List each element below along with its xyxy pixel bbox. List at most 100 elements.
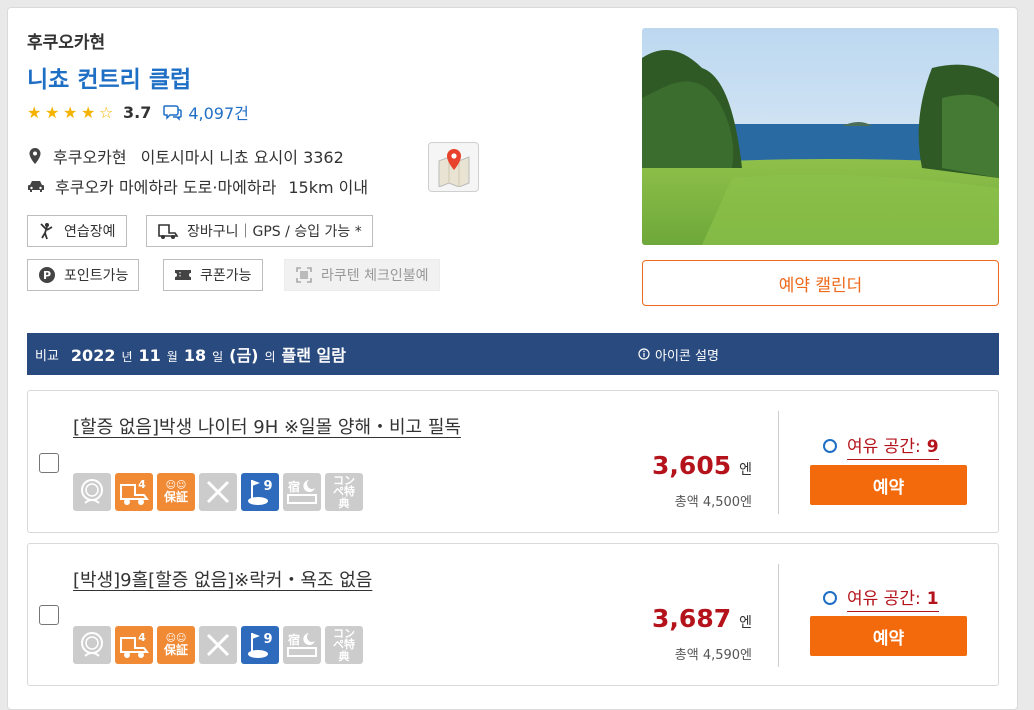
svg-text:9: 9: [263, 479, 272, 494]
icon-help-link[interactable]: 아이콘 설명: [638, 345, 719, 364]
availability-circle-icon: [823, 591, 837, 605]
golf-cart-icon: [158, 224, 179, 239]
svg-text:P: P: [43, 269, 51, 282]
access-row: 후쿠오카 마에하라 도로·마에하라 15km 이내: [27, 174, 368, 198]
reservation-calendar-button[interactable]: 예약 캘린더: [642, 260, 999, 306]
course-card: 후쿠오카현 니쵸 컨트리 클럽 ★ ★ ★ ★ ☆ 3.7 4,097건 후쿠오…: [7, 7, 1018, 710]
guarantee-icon: ☺☺ 保証: [157, 626, 195, 664]
plan-total: 총액 4,590엔: [674, 648, 752, 663]
availability: 여유 공간: 1: [823, 584, 939, 612]
plan-list-header: 비교 2022 년 11 월 18 일 (금) 의 플랜 일람 아이콘 설명: [27, 333, 999, 375]
caddie-icon: [73, 473, 111, 511]
points-icon: P: [39, 267, 55, 283]
course-photo[interactable]: [642, 28, 999, 245]
plan-day: 18: [183, 346, 207, 365]
tag-rakuten-label: 라쿠텐 체크인불예: [321, 268, 429, 284]
plan-day-unit: 일: [212, 350, 224, 364]
divider: [778, 564, 779, 667]
plan-month: 11: [138, 346, 161, 365]
book-button[interactable]: 예약: [810, 616, 967, 656]
plan-of: 의: [264, 350, 276, 364]
tag-coupon-label: 쿠폰가능: [200, 268, 252, 284]
access-distance: 15km 이내: [288, 178, 369, 197]
checkin-scan-icon: [296, 267, 312, 283]
map-button[interactable]: [428, 142, 479, 192]
holes-nine-icon: 9: [241, 473, 279, 511]
plan-title-link[interactable]: [할증 없음]박생 나이터 9H ※일몰 양해・비고 필독: [73, 413, 461, 439]
tag-practice-range: 연습장예: [27, 215, 127, 247]
plan-total: 총액 4,500엔: [674, 495, 752, 510]
tag-cart-label: 장바구니｜GPS / 승입 가능 *: [187, 224, 362, 240]
plan-item: [박생]9홀[할증 없음]※락커・욕조 없음 4 ☺☺ 保証 9 宿 コンペ特典 …: [27, 543, 999, 686]
meal-icon: [199, 473, 237, 511]
plan-year-unit: 년: [121, 350, 133, 364]
location-pin-icon: [29, 148, 41, 164]
svg-text:宿: 宿: [288, 632, 300, 647]
compe-benefit-icon: コンペ特典: [325, 626, 363, 664]
compare-checkbox[interactable]: [39, 453, 59, 473]
star-full-icon: ★: [27, 102, 42, 122]
svg-text:9: 9: [263, 632, 272, 647]
address-row: 후쿠오카현 이토시마시 니쵸 요시이 3362: [27, 144, 344, 168]
availability-text: 여유 공간: 9: [847, 432, 939, 460]
info-icon: [638, 348, 650, 360]
tag-points: P 포인트가능: [27, 259, 140, 291]
meal-icon: [199, 626, 237, 664]
plan-price: 3,687 엔: [652, 604, 752, 633]
price-value: 3,605: [652, 451, 732, 480]
tag-practice-label: 연습장예: [64, 224, 116, 240]
plan-year: 2022: [70, 346, 116, 365]
plan-title-link[interactable]: [박생]9홀[할증 없음]※락커・욕조 없음: [73, 566, 372, 592]
svg-text:4: 4: [138, 631, 146, 644]
plan-weekday: (금): [229, 346, 259, 365]
plan-icons: 4 ☺☺ 保証 9 宿 コンペ特典: [73, 626, 363, 664]
plan-price: 3,605 엔: [652, 451, 752, 480]
golfer-icon: [40, 223, 53, 240]
plan-icons: 4 ☺☺ 保証 9 宿 コンペ特典: [73, 473, 363, 511]
cart-four-seater-icon: 4: [115, 626, 153, 664]
svg-text:4: 4: [138, 478, 146, 491]
availability-count: 9: [926, 437, 939, 457]
availability-count: 1: [926, 589, 939, 609]
star-full-icon: ★: [45, 102, 60, 122]
address-text: 이토시마시 니쵸 요시이 3362: [140, 148, 344, 167]
tag-coupon: 쿠폰가능: [163, 259, 263, 291]
availability: 여유 공간: 9: [823, 432, 939, 460]
chat-bubbles-icon: [163, 105, 183, 121]
plan-list-title: 플랜 일람: [281, 346, 346, 365]
star-full-icon: ★: [63, 102, 78, 122]
tag-cart-gps: 장바구니｜GPS / 승입 가능 *: [146, 215, 373, 247]
book-button[interactable]: 예약: [810, 465, 967, 505]
rating-row: ★ ★ ★ ★ ☆ 3.7 4,097건: [27, 100, 249, 124]
cart-four-seater-icon: 4: [115, 473, 153, 511]
course-photo-image: [642, 28, 999, 245]
compare-label: 비교: [35, 348, 59, 364]
caddie-icon: [73, 626, 111, 664]
tag-rakuten-checkin: 라쿠텐 체크인불예: [284, 259, 440, 291]
star-full-icon: ★: [81, 102, 96, 122]
stay-icon: 宿: [283, 626, 321, 664]
price-unit: 엔: [739, 615, 752, 631]
rating-value: 3.7: [123, 102, 152, 122]
guarantee-icon: ☺☺ 保証: [157, 473, 195, 511]
svg-text:宿: 宿: [288, 479, 300, 494]
plan-month-unit: 월: [166, 350, 178, 364]
plan-item: [할증 없음]박생 나이터 9H ※일몰 양해・비고 필독 4 ☺☺ 保証 9 宿…: [27, 390, 999, 533]
tag-points-label: 포인트가능: [64, 268, 129, 284]
review-count: 4,097건: [188, 104, 249, 123]
star-empty-icon: ☆: [99, 102, 114, 122]
icon-help-label: 아이콘 설명: [655, 348, 719, 364]
prefecture-label: 후쿠오카현: [27, 33, 106, 53]
availability-text: 여유 공간: 1: [847, 584, 939, 612]
course-name-link[interactable]: 니쵸 컨트리 클럽: [27, 60, 191, 94]
compare-checkbox[interactable]: [39, 605, 59, 625]
access-road: 후쿠오카 마에하라 도로·마에하라: [55, 178, 277, 197]
stay-icon: 宿: [283, 473, 321, 511]
holes-nine-icon: 9: [241, 626, 279, 664]
address-prefecture: 후쿠오카현: [53, 148, 127, 167]
plan-date: 2022 년 11 월 18 일 (금) 의 플랜 일람: [71, 342, 346, 366]
map-pin-icon: [438, 149, 469, 187]
price-value: 3,687: [652, 604, 732, 633]
price-unit: 엔: [739, 462, 752, 478]
reviews-link[interactable]: 4,097건: [163, 100, 249, 124]
